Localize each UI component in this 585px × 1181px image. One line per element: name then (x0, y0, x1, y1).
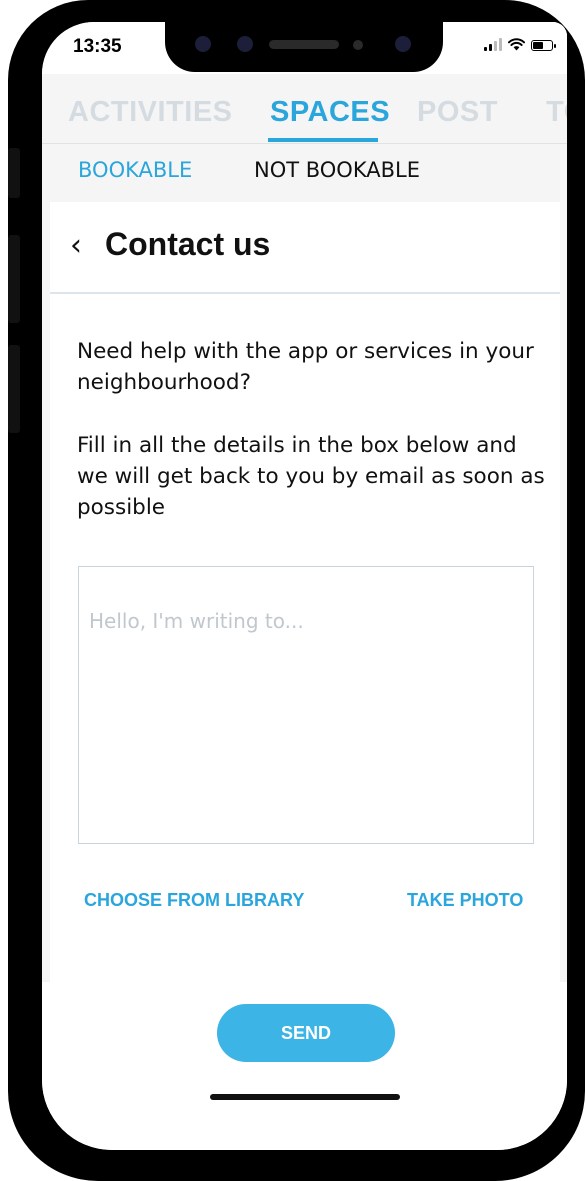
subtab-bookable[interactable]: BOOKABLE (78, 158, 192, 182)
send-button[interactable]: SEND (217, 1004, 395, 1062)
top-tab-bar: ACTIVITIES SPACES POST TO (42, 74, 567, 144)
front-camera (395, 36, 411, 52)
tab-post[interactable]: POST (417, 96, 498, 129)
signal-icon (484, 38, 502, 51)
message-input[interactable] (78, 566, 534, 844)
proximity-sensor (353, 40, 363, 50)
phone-frame: 13:35 ACTIVITIES SPACES POST TO BOOKABLE… (8, 0, 585, 1181)
camera-lens (195, 36, 211, 52)
choose-from-library-button[interactable]: CHOOSE FROM LIBRARY (84, 890, 304, 911)
active-tab-indicator (268, 138, 378, 142)
tab-to[interactable]: TO (546, 96, 567, 129)
subtab-bar: BOOKABLE NOT BOOKABLE (42, 144, 567, 202)
page-title: Contact us (105, 226, 271, 262)
earpiece-speaker (269, 40, 339, 49)
contact-header: ‹ Contact us (50, 202, 560, 294)
volume-up-button (8, 235, 20, 323)
take-photo-button[interactable]: TAKE PHOTO (407, 890, 523, 911)
subtab-not-bookable[interactable]: NOT BOOKABLE (254, 158, 420, 182)
volume-down-button (8, 345, 20, 433)
home-indicator (210, 1094, 400, 1100)
chevron-left-icon[interactable]: ‹ (70, 228, 82, 263)
wifi-icon (508, 38, 525, 51)
footer: SEND (42, 982, 567, 1150)
status-icons (484, 38, 556, 51)
battery-icon (531, 40, 556, 51)
status-time: 13:35 (73, 36, 122, 57)
screen: 13:35 ACTIVITIES SPACES POST TO BOOKABLE… (42, 22, 567, 1150)
sensor-lens (237, 36, 253, 52)
contact-card: ‹ Contact us Need help with the app or s… (50, 202, 560, 982)
tab-activities[interactable]: ACTIVITIES (68, 96, 233, 129)
intro-text: Need help with the app or services in yo… (77, 339, 534, 395)
instructions-text: Fill in all the details in the box below… (77, 433, 545, 520)
camera-notch (165, 22, 443, 72)
mute-switch (8, 148, 20, 198)
tab-spaces[interactable]: SPACES (270, 96, 390, 129)
